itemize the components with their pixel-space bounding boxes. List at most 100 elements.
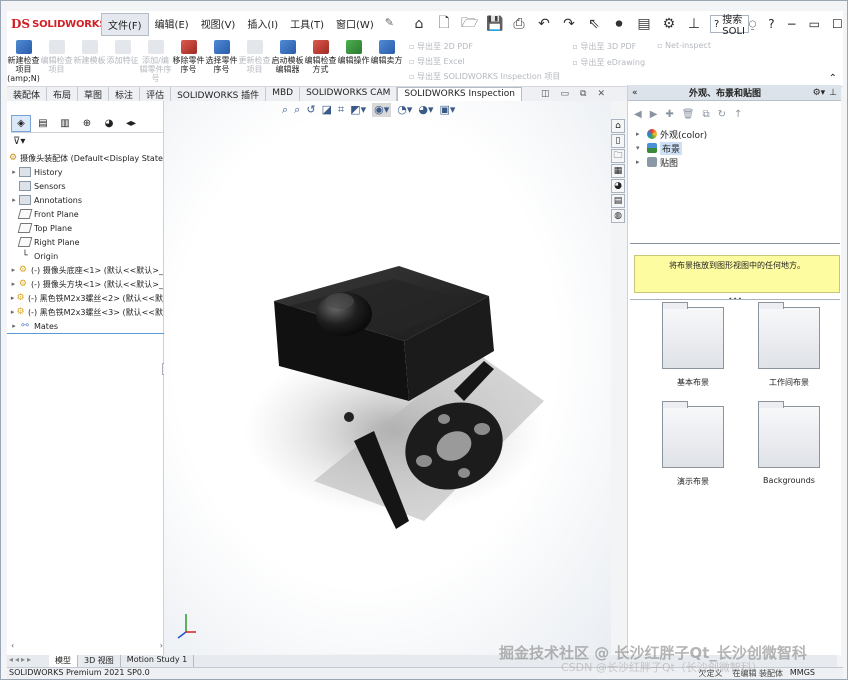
back-icon[interactable]: ◀	[634, 109, 642, 120]
collapse-ribbon-icon[interactable]: ⌃	[829, 73, 837, 84]
tab-cam[interactable]: SOLIDWORKS CAM	[300, 87, 398, 101]
print-icon[interactable]: ⎙	[511, 16, 527, 32]
expand-arrow-icon[interactable]: ▸	[9, 308, 16, 316]
open-folder-icon[interactable]: 🗁	[461, 12, 478, 36]
tree-item-front-plane[interactable]: Front Plane	[9, 207, 163, 221]
tree-item-origin[interactable]: └ Origin	[9, 249, 163, 263]
scene-tree-item[interactable]: ▾ 布景	[636, 141, 833, 155]
folder-studio-scenes[interactable]: 工作间布景	[744, 302, 834, 388]
tree-item-sensors[interactable]: Sensors	[9, 179, 163, 193]
tree-divider[interactable]	[7, 333, 164, 334]
delete-icon[interactable]: 🗑	[682, 109, 695, 120]
tree-item-mates[interactable]: ▸ ⚯ Mates	[9, 319, 163, 333]
add-to-library-icon[interactable]: ✚	[665, 109, 673, 120]
graphics-area[interactable]: ⌕ ⌕ ↺ ◪ ⌗ ◩▾ ◉▾ ◔▾ ◕▾ ▣▾	[164, 101, 611, 654]
scroll-left-icon[interactable]: ‹	[11, 641, 14, 651]
forward-icon[interactable]: ▶	[650, 109, 658, 120]
expand-arrow-icon[interactable]: ▸	[9, 322, 19, 330]
select-pointer-icon[interactable]: ⇖	[586, 16, 602, 32]
feature-tree-icon[interactable]: ◈	[11, 115, 31, 132]
expand-arrow-icon[interactable]: ▸	[636, 158, 644, 166]
tree-item-part-4[interactable]: ▸ ⚙ (-) 黑色铁M2x3螺丝<3> (默认<<默	[9, 305, 163, 319]
update-inspection-button[interactable]: 更新检查项目	[238, 37, 271, 86]
export-3d-pdf-button[interactable]: 导出至 3D PDF	[572, 41, 645, 52]
export-inspection-project-button[interactable]: 导出至 SOLIDWORKS Inspection 项目	[409, 71, 560, 82]
restore-view-icon[interactable]: ⧉	[580, 89, 586, 99]
close-view-icon[interactable]: ✕	[597, 89, 605, 99]
edit-vendor-button[interactable]: 编辑卖方	[370, 37, 403, 86]
unit-system-selector[interactable]: MMGS	[783, 668, 843, 679]
expand-arrow-icon[interactable]: ▾	[636, 144, 644, 152]
expand-arrow-icon[interactable]: ▸	[636, 130, 644, 138]
tab-assembly[interactable]: 装配体	[7, 87, 48, 101]
menu-edit[interactable]: 编辑(E)	[149, 13, 195, 36]
expand-arrow-icon[interactable]: ▸	[9, 266, 18, 274]
file-explorer-tab-icon[interactable]: 🗀	[611, 149, 625, 163]
minimize-icon[interactable]: −	[787, 17, 797, 32]
expand-arrow-icon[interactable]: ▸	[9, 196, 19, 204]
resources-tab-icon[interactable]: ▯	[611, 134, 625, 148]
display-manager-icon[interactable]: ◕	[99, 115, 119, 132]
pane-settings-icon[interactable]: ⚙▾	[813, 88, 826, 98]
more-tabs-icon[interactable]: ◂▸	[121, 115, 141, 132]
scroll-right-icon[interactable]: ›	[160, 641, 163, 651]
expand-arrow-icon[interactable]: ▸	[9, 168, 19, 176]
add-balloon-button[interactable]: 添加/编辑零件序号	[139, 37, 172, 86]
menu-window[interactable]: 窗口(W)	[330, 13, 380, 36]
minimize-view-icon[interactable]: ▭	[561, 89, 570, 99]
tree-root-assembly[interactable]: ⚙ 摄像头装配体 (Default<Display State-	[9, 151, 163, 165]
add-feature-button[interactable]: 添加特征	[106, 37, 139, 86]
tab-model[interactable]: 模型	[49, 655, 78, 667]
tab-sketch[interactable]: 草图	[78, 87, 110, 101]
appearance-tree-item[interactable]: ▸ 外观(color)	[636, 127, 833, 141]
home-tab-icon[interactable]: ⌂	[611, 119, 625, 133]
tab-mbd[interactable]: MBD	[266, 87, 301, 101]
expand-arrow-icon[interactable]: ▸	[9, 294, 16, 302]
tree-item-history[interactable]: ▸ History	[9, 165, 163, 179]
export-excel-button[interactable]: 导出至 Excel	[409, 56, 560, 67]
up-icon[interactable]: ↑	[734, 109, 742, 120]
split-view-icon[interactable]: ◫	[541, 89, 550, 99]
tree-item-annotations[interactable]: ▸ Annotations	[9, 193, 163, 207]
property-manager-icon[interactable]: ▤	[33, 115, 53, 132]
tab-evaluate[interactable]: 评估	[140, 87, 172, 101]
undo-icon[interactable]: ↶	[536, 16, 552, 32]
horizontal-scrollbar[interactable]: ‹ ›	[11, 641, 163, 651]
pin-icon[interactable]: ✎	[380, 13, 399, 36]
export-edrawing-button[interactable]: 导出至 eDrawing	[572, 57, 645, 68]
tab-addins[interactable]: SOLIDWORKS 插件	[171, 87, 267, 101]
new-document-icon[interactable]: 🗋	[436, 12, 452, 36]
design-library-tab-icon[interactable]: ▦	[611, 164, 625, 178]
tab-layout[interactable]: 布局	[47, 87, 79, 101]
gear-icon[interactable]: ⚙	[661, 16, 677, 32]
custom-properties-tab-icon[interactable]: ▤	[611, 194, 625, 208]
template-editor-button[interactable]: 启动模板编辑器	[271, 37, 304, 86]
copy-icon[interactable]: ⧉	[703, 109, 710, 120]
maximize-icon[interactable]: ☐	[832, 17, 843, 32]
community-tab-icon[interactable]: ◍	[611, 209, 625, 223]
folder-presentation-scenes[interactable]: 演示布景	[648, 401, 738, 487]
tree-item-part-1[interactable]: ▸ ⚙ (-) 摄像头底座<1> (默认<<默认>_	[9, 263, 163, 277]
menu-tools[interactable]: 工具(T)	[284, 13, 330, 36]
new-template-button[interactable]: 新建模板	[73, 37, 106, 86]
export-2d-pdf-button[interactable]: 导出至 2D PDF	[409, 41, 560, 52]
collapse-icon[interactable]: ⊥	[686, 16, 702, 32]
net-inspect-button[interactable]: Net-inspect	[657, 41, 711, 50]
restore-icon[interactable]: ▭	[809, 17, 820, 32]
folder-basic-scenes[interactable]: 基本布景	[648, 302, 738, 388]
select-balloon-button[interactable]: 选择零件序号	[205, 37, 238, 86]
camera-assembly-model[interactable]	[164, 101, 611, 654]
edit-method-button[interactable]: 编辑检查方式	[304, 37, 337, 86]
traffic-light-icon[interactable]: ⏺	[611, 16, 627, 32]
filter-icon[interactable]: ⊽▾	[13, 136, 25, 147]
solidworks-logo[interactable]: DS SOLIDWORKS	[7, 17, 107, 31]
tree-item-part-3[interactable]: ▸ ⚙ (-) 黑色铁M2x3螺丝<2> (默认<<默	[9, 291, 163, 305]
decal-tree-item[interactable]: ▸ 贴图	[636, 155, 833, 169]
folder-backgrounds[interactable]: Backgrounds	[744, 401, 834, 487]
appearances-tab-icon[interactable]: ◕	[611, 179, 625, 193]
new-inspection-button[interactable]: 新建检查项目(amp;N)	[7, 37, 40, 86]
remove-balloon-button[interactable]: 移除零件序号	[172, 37, 205, 86]
file-properties-icon[interactable]: ▤	[636, 16, 652, 32]
tree-item-top-plane[interactable]: Top Plane	[9, 221, 163, 235]
pin-pane-icon[interactable]: ⊥	[829, 88, 837, 98]
